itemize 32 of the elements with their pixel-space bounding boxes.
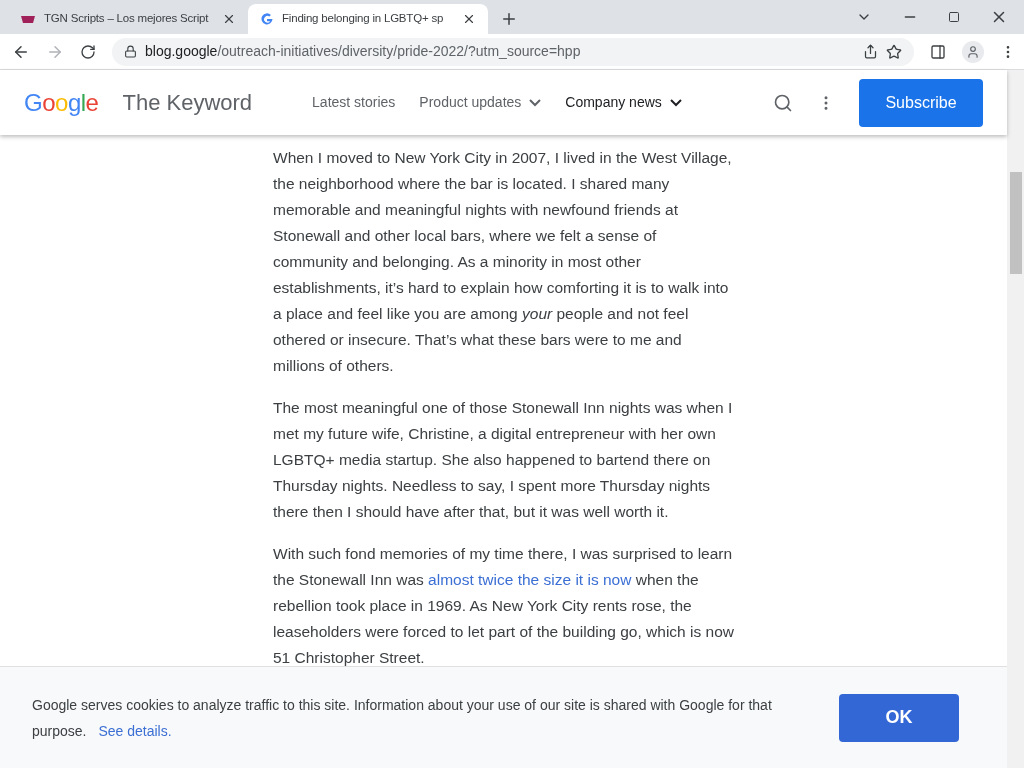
scrollbar[interactable]: [1007, 70, 1024, 768]
site-title[interactable]: The Keyword: [122, 86, 253, 119]
see-details-link[interactable]: See details.: [98, 722, 172, 739]
reload-icon[interactable]: [80, 43, 96, 60]
ok-button[interactable]: OK: [839, 693, 959, 742]
close-icon[interactable]: [462, 12, 476, 26]
cookie-notice: Google serves cookies to analyze traffic to this site. Information about your use of our site is shared with Google for that purpose. See details.: [32, 695, 773, 741]
google-logo[interactable]: Google: [24, 84, 99, 121]
side-panel-icon[interactable]: [930, 43, 946, 60]
article-link[interactable]: almost twice the size it is now: [428, 571, 632, 588]
nav-link[interactable]: Company news: [565, 92, 682, 113]
browser-tab[interactable]: TGN Scripts – Los mejores Script: [8, 4, 248, 34]
bookmark-star-icon[interactable]: [886, 43, 902, 60]
close-icon[interactable]: [222, 12, 236, 26]
address-bar[interactable]: blog.google/outreach-initiatives/diversity/pride-2022/?utm_source=hpp: [112, 37, 914, 66]
google-g-icon: [260, 12, 274, 26]
subscribe-button[interactable]: Subscribe: [859, 78, 983, 127]
browser-tab[interactable]: Finding belonging in LGBTQ+ sp: [248, 4, 488, 34]
article-paragraph: With such fond memories of my time there, I was surprised to learn the Stonewall Inn was almost twice the size it is now when the rebellion took place in 1969. As New York City rents rose, the leaseholders were forced to let part of the building go, which is now 51 Christopher Street.: [273, 544, 735, 666]
lock-icon: [124, 45, 137, 58]
url-text: blog.google/outreach-initiatives/diversity/pride-2022/?utm_source=hpp: [145, 42, 581, 61]
tab-title: Finding belonging in LGBTQ+ sp: [282, 11, 445, 27]
search-icon[interactable]: [773, 92, 793, 113]
article-paragraph: When I moved to New York City in 2007, I lived in the West Village, the neighborhood where the bar is located. I shared many memorable and meaningful nights with newfound friends at Stonewall and other local bars, where we felt a sense of community and belonging. As a minority in most other establishments, it’s hard to explain how comforting it is to walk into a place and feel like you are among your people and not feel othered or insecure. That’s what these bars were to me and millions of others.: [273, 148, 733, 376]
share-icon[interactable]: [863, 44, 878, 59]
tab-title: TGN Scripts – Los mejores Script: [44, 11, 210, 27]
restore-icon[interactable]: [948, 11, 960, 23]
new-tab-icon[interactable]: [500, 10, 518, 28]
article-paragraph: The most meaningful one of those Stonewall Inn nights was when I met my future wife, Christine, a digital entrepreneur with her own LGBTQ+ media startup. She also happened to bartend there on Thursday nights. Needless to say, I spent more Thursday nights there then I should have after that, but it was well worth it.: [273, 398, 734, 522]
nav-link[interactable]: Latest stories: [312, 92, 396, 113]
profile-avatar[interactable]: [962, 40, 984, 63]
nav-link[interactable]: Product updates: [419, 92, 542, 113]
